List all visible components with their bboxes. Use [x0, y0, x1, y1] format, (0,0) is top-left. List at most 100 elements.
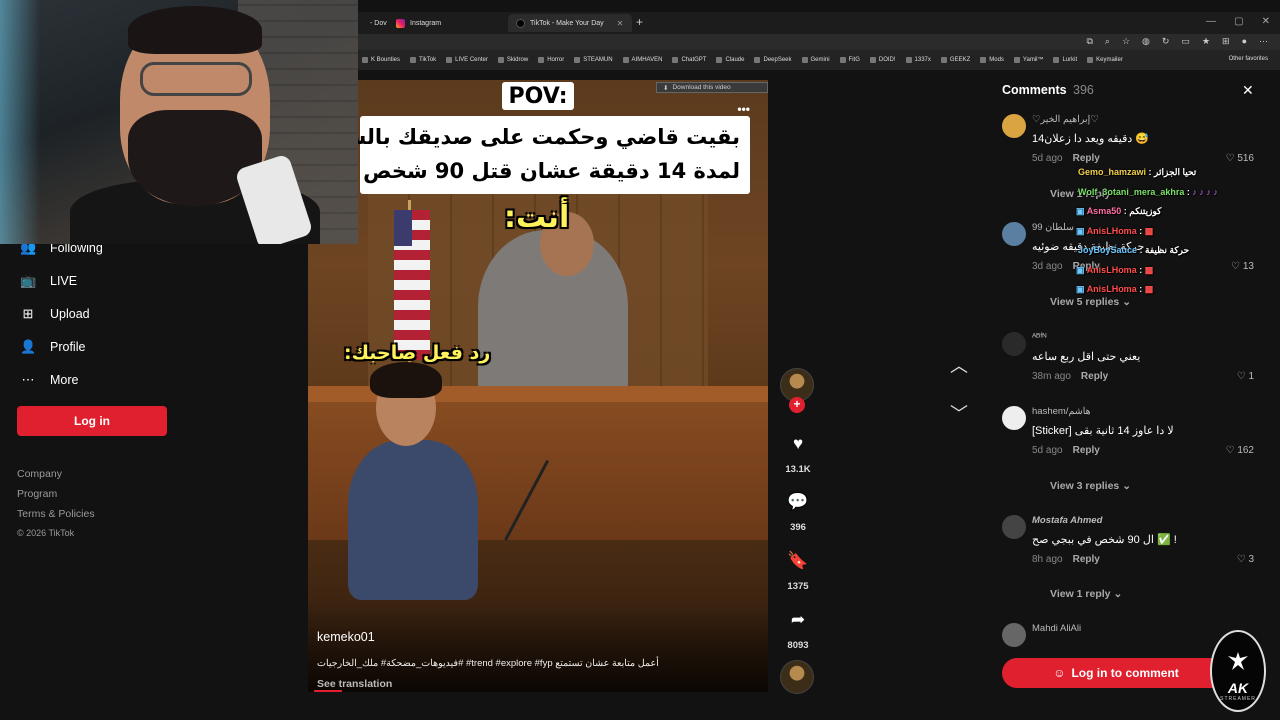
footer-link-terms[interactable]: Terms & Policies: [17, 508, 95, 520]
collections-icon[interactable]: ⊞: [1222, 36, 1230, 47]
sidebar-item-more[interactable]: ⋯ More: [20, 372, 79, 388]
bookmark-favicon-icon: [980, 57, 987, 63]
sidebar-item-profile[interactable]: 👤 Profile: [20, 339, 85, 355]
comment-meta: 38m ago Reply: [1032, 371, 1108, 382]
bookmark-item[interactable]: GEEKZ: [940, 57, 970, 63]
zoom-icon[interactable]: ⌕: [1105, 36, 1110, 47]
bookmark-item[interactable]: Skidrow: [497, 57, 528, 63]
reply-button[interactable]: Reply: [1073, 445, 1100, 456]
see-translation-link[interactable]: See translation: [317, 678, 392, 690]
bookmark-item[interactable]: DeepSeek: [754, 57, 792, 63]
bookmark-item[interactable]: AIMHAVEN: [622, 57, 662, 63]
video-menu-icon[interactable]: •••: [737, 102, 750, 116]
bookmark-item[interactable]: Horror: [538, 57, 564, 63]
comment-username[interactable]: hashem/هاشم: [1032, 406, 1091, 417]
bookmark-favicon-icon: [446, 57, 453, 63]
bookmark-item[interactable]: Mods: [980, 57, 1004, 63]
bookmark-item[interactable]: ChatGPT: [672, 57, 706, 63]
chevron-down-icon: ⌄: [1122, 296, 1131, 308]
avatar[interactable]: [1002, 332, 1026, 356]
bookmark-item[interactable]: LIVE Center: [446, 57, 488, 63]
view-replies-link[interactable]: View 3 replies ⌄: [1050, 480, 1131, 492]
comment-username[interactable]: Mahdi AliAli: [1032, 623, 1081, 634]
comment-like[interactable]: ♡ 3: [1237, 554, 1254, 565]
close-window-icon[interactable]: ✕: [1262, 16, 1270, 27]
comment-username[interactable]: سلطان 99: [1032, 222, 1074, 233]
bookmark-label: DeepSeek: [763, 57, 792, 63]
bookmark-item[interactable]: Gemini: [801, 57, 830, 63]
comment-like[interactable]: ♡ 13: [1231, 261, 1254, 272]
avatar[interactable]: [1002, 222, 1026, 246]
footer-link-program[interactable]: Program: [17, 488, 57, 500]
comment-username[interactable]: Mostafa Ahmed: [1032, 515, 1102, 526]
avatar[interactable]: [1002, 623, 1026, 647]
stream-chat-line: JoyBoySauce : حركة نظيفة: [1078, 245, 1190, 255]
login-to-comment-button[interactable]: ☺ Log in to comment: [1002, 658, 1230, 688]
chevron-down-icon[interactable]: ﹀: [950, 400, 968, 426]
view-replies-link[interactable]: View 1 reply ⌄: [1050, 588, 1122, 600]
open-in-app-icon[interactable]: ⧉: [1086, 36, 1092, 47]
chevron-up-icon[interactable]: ︿: [950, 352, 968, 378]
bookmark-button[interactable]: 🔖 1375: [780, 543, 816, 592]
sidebar-item-upload[interactable]: ⊞ Upload: [20, 306, 90, 322]
avatar[interactable]: [1002, 406, 1026, 430]
sidebar-item-live[interactable]: 📺 LIVE: [20, 273, 77, 289]
view-replies-link[interactable]: View 5 replies ⌄: [1050, 296, 1131, 308]
extension-icon[interactable]: ◍: [1142, 36, 1150, 47]
login-button[interactable]: Log in: [17, 406, 167, 436]
video-progress-bar[interactable]: [314, 690, 342, 692]
tab-tiktok[interactable]: TikTok - Make Your Day ✕: [508, 14, 632, 32]
comment-like[interactable]: ♡ 162: [1226, 445, 1254, 456]
bookmark-item[interactable]: STEAMUN: [574, 57, 613, 63]
bookmark-item[interactable]: TikTok: [410, 57, 436, 63]
new-tab-button[interactable]: +: [636, 15, 643, 29]
video-author[interactable]: kemeko01: [317, 630, 375, 644]
comment-time: 5d ago: [1032, 153, 1063, 164]
other-favorites[interactable]: Other favorites: [1229, 56, 1268, 62]
favorite-star-icon[interactable]: ☆: [1122, 36, 1130, 47]
minimize-icon[interactable]: —: [1206, 16, 1216, 27]
footer-link-company[interactable]: Company: [17, 468, 62, 480]
bookmark-item[interactable]: FitG: [839, 57, 860, 63]
music-disc[interactable]: [780, 660, 816, 694]
comment-username[interactable]: ᴬᴮᶠᴺ: [1032, 332, 1047, 343]
video-player[interactable]: ⬇ Download this video POV: بقيت قاضي وحك…: [308, 80, 768, 692]
reply-button[interactable]: Reply: [1073, 554, 1100, 565]
browser-toolbar-icons: ⧉ ⌕ ☆ ◍ ↻ ▭ ★ ⊞ ● ⋯: [1086, 36, 1268, 47]
maximize-icon[interactable]: ▢: [1234, 16, 1243, 27]
refresh-icon[interactable]: ↻: [1162, 36, 1170, 47]
profile-avatar-icon[interactable]: ●: [1242, 36, 1247, 47]
comment-username[interactable]: ♡إبراهيم الخير♡: [1032, 114, 1099, 125]
comment-time: 38m ago: [1032, 371, 1071, 382]
tab-instagram[interactable]: Instagram: [388, 14, 506, 32]
comment-like[interactable]: ♡ 516: [1226, 153, 1254, 164]
bookmark-item[interactable]: 1337x: [905, 57, 931, 63]
follow-button[interactable]: +: [789, 397, 805, 413]
bookmark-item[interactable]: DOID!: [869, 57, 896, 63]
close-icon[interactable]: ✕: [1242, 82, 1254, 99]
share-button[interactable]: ➦ 8093: [780, 602, 816, 651]
download-video-bar[interactable]: ⬇ Download this video: [656, 82, 768, 93]
comment-like[interactable]: ♡ 1: [1237, 371, 1254, 382]
bookmark-favicon-icon: [869, 57, 876, 63]
reply-button[interactable]: Reply: [1073, 153, 1100, 164]
reply-button[interactable]: Reply: [1081, 371, 1108, 382]
bookmark-item[interactable]: K Bounties: [362, 57, 400, 63]
bookmark-item[interactable]: Yamil™: [1013, 57, 1043, 63]
bookmark-label: LIVE Center: [455, 57, 488, 63]
browser-menu-icon[interactable]: ⋯: [1259, 36, 1268, 47]
like-button[interactable]: ♥ 13.1K: [780, 426, 816, 475]
comment-button[interactable]: 💬 396: [780, 484, 816, 533]
like-count: 516: [1237, 153, 1254, 164]
comment-item: Mostafa Ahmed ال 90 شخص في ببجي صح ✅ ! 8…: [1002, 515, 1272, 575]
split-screen-icon[interactable]: ▭: [1181, 36, 1190, 47]
favorites-icon[interactable]: ★: [1202, 36, 1210, 47]
bookmark-item[interactable]: Lurkit: [1053, 57, 1077, 63]
bookmark-favicon-icon: [716, 57, 723, 63]
close-tab-icon[interactable]: ✕: [617, 19, 624, 28]
bookmark-item[interactable]: Keymailer: [1087, 57, 1123, 63]
comment-time: 8h ago: [1032, 554, 1063, 565]
bookmark-item[interactable]: Claude: [716, 57, 744, 63]
avatar[interactable]: [1002, 114, 1026, 138]
avatar[interactable]: [1002, 515, 1026, 539]
